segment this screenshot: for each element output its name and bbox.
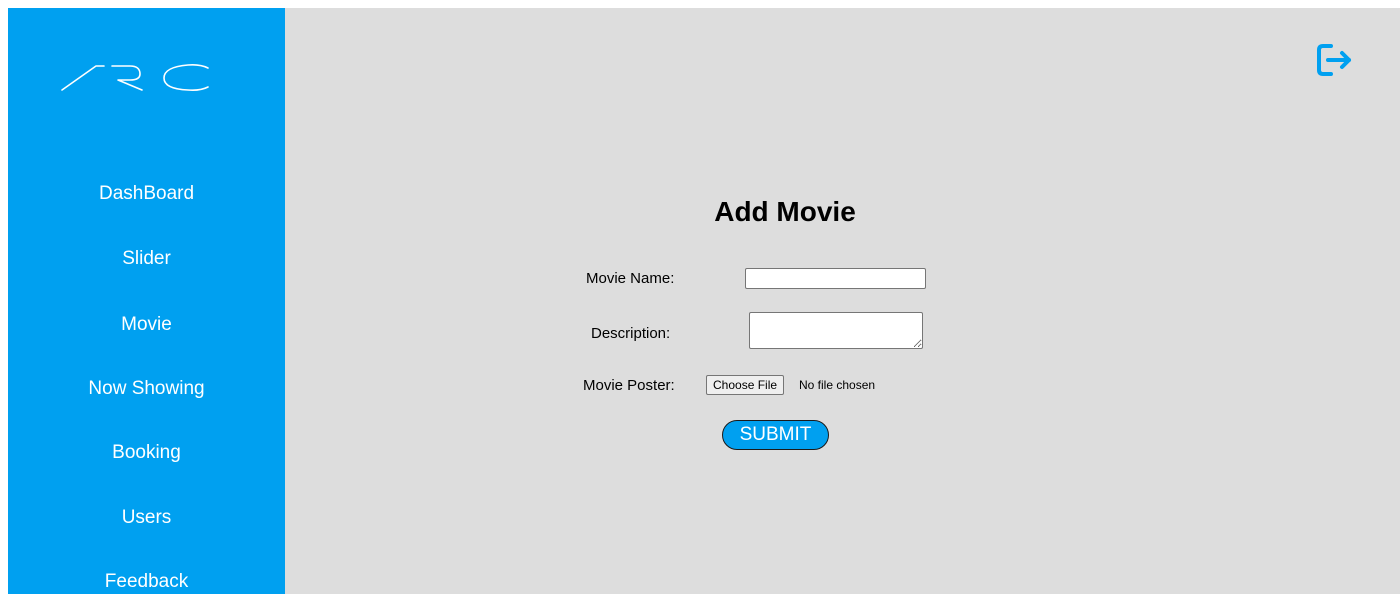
main-content: Add Movie Movie Name: Description: Movie… — [285, 8, 1400, 594]
page-title: Add Movie — [714, 196, 856, 227]
sidebar-item-slider[interactable]: Slider — [8, 247, 285, 271]
sidebar-item-booking[interactable]: Booking — [8, 441, 285, 465]
sidebar-item-movie[interactable]: Movie — [8, 313, 285, 337]
page: DashBoard Slider Movie Now Showing Booki… — [8, 8, 1400, 594]
movie-name-input[interactable] — [745, 268, 926, 289]
file-status-text: No file chosen — [799, 378, 876, 392]
sidebar-item-users[interactable]: Users — [8, 506, 285, 530]
choose-file-button[interactable]: Choose File — [706, 375, 785, 395]
submit-button[interactable]: SUBMIT — [722, 420, 829, 450]
sidebar-item-feedback[interactable]: Feedback — [8, 570, 285, 594]
logout-icon[interactable] — [1315, 42, 1355, 78]
arc-logo — [61, 64, 209, 91]
description-label: Description: — [591, 325, 671, 342]
sidebar-item-now-showing[interactable]: Now Showing — [8, 377, 285, 401]
movie-name-label: Movie Name: — [586, 270, 675, 287]
movie-poster-label: Movie Poster: — [583, 377, 675, 394]
sidebar: DashBoard Slider Movie Now Showing Booki… — [8, 8, 285, 594]
sidebar-item-dashboard[interactable]: DashBoard — [8, 182, 285, 206]
description-textarea[interactable] — [749, 312, 923, 349]
